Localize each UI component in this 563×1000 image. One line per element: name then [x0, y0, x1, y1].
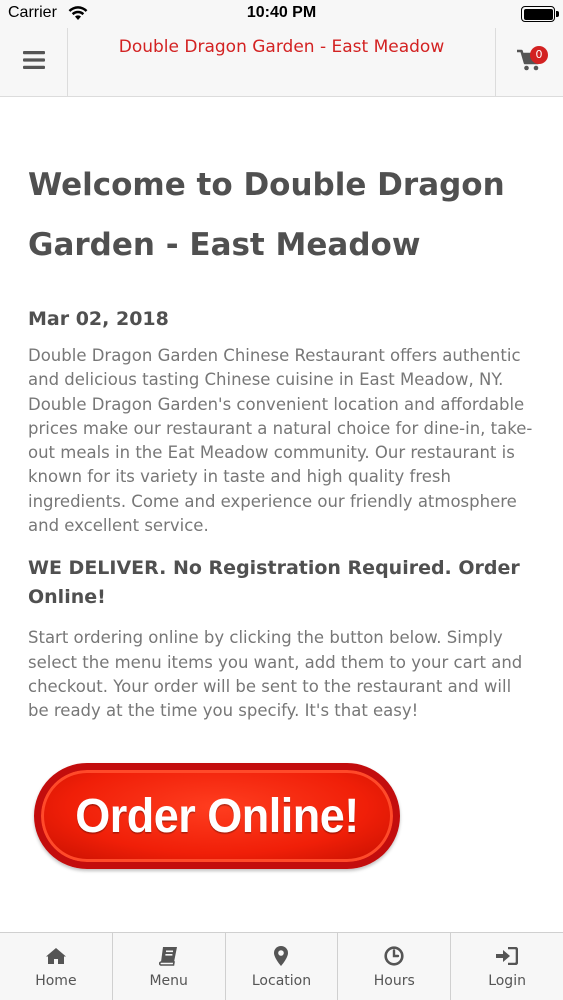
order-instructions: Start ordering online by clicking the bu…: [28, 628, 523, 721]
tab-location[interactable]: Location: [226, 933, 339, 1000]
post-date: Mar 02, 2018: [28, 308, 169, 330]
tab-location-label: Location: [251, 972, 312, 989]
tab-menu[interactable]: Menu: [113, 933, 226, 1000]
tab-home[interactable]: Home: [0, 933, 113, 1000]
tab-hours[interactable]: Hours: [338, 933, 452, 1000]
app-header: Double Dragon Garden - East Meadow 0: [0, 28, 563, 97]
restaurant-description: Double Dragon Garden Chinese Restaurant …: [28, 346, 533, 536]
page-title: Welcome to Double Dragon Garden - East M…: [28, 167, 505, 263]
clock-icon: [384, 945, 404, 967]
cart-count-badge: 0: [530, 46, 548, 64]
home-icon: [45, 945, 67, 967]
clock-time: 10:40 PM: [246, 4, 317, 21]
battery-icon: [521, 6, 555, 22]
cart-button[interactable]: 0: [495, 28, 563, 96]
tab-home-label: Home: [35, 972, 77, 989]
map-marker-icon: [274, 945, 289, 967]
bottom-tab-bar: Home Menu Location Hours Login: [0, 932, 563, 1000]
tab-hours-label: Hours: [373, 972, 415, 989]
main-content: Welcome to Double Dragon Garden - East M…: [0, 97, 563, 932]
battery-tip: [556, 11, 559, 17]
menu-button[interactable]: [0, 28, 68, 96]
book-icon: [158, 945, 179, 967]
status-bar: Carrier 10:40 PM: [0, 0, 563, 28]
tab-login[interactable]: Login: [451, 933, 563, 1000]
delivery-heading: WE DELIVER. No Registration Required. Or…: [28, 557, 520, 609]
tab-menu-label: Menu: [149, 972, 188, 989]
order-online-button[interactable]: Order Online!: [34, 763, 400, 869]
hamburger-icon: [22, 51, 45, 73]
order-online-label: Order Online!: [75, 787, 359, 843]
tab-login-label: Login: [488, 972, 526, 989]
sign-in-icon: [496, 945, 519, 967]
header-title: Double Dragon Garden - East Meadow: [118, 37, 445, 57]
